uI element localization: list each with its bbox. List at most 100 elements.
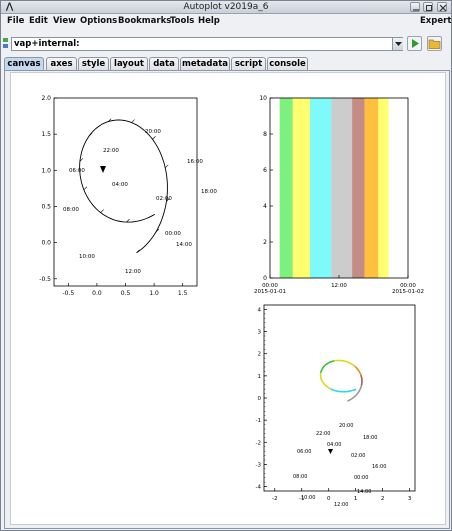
colored-y-tick-label: -2 — [256, 440, 261, 446]
menu-edit[interactable]: Edit — [29, 16, 48, 26]
colored-orbit-segment — [324, 360, 335, 367]
colored-x-tick-label: -2 — [272, 496, 277, 502]
colored-orbit-segment — [360, 374, 363, 386]
menu-view[interactable]: View — [53, 16, 76, 26]
orbit-time-label: 14:00 — [176, 242, 192, 248]
orbit-time-tick — [131, 119, 135, 123]
close-icon[interactable] — [437, 2, 447, 12]
maximize-icon[interactable] — [423, 2, 433, 12]
colored-orbit-segment — [330, 388, 343, 393]
orbit-time-label: 02:00 — [156, 196, 172, 202]
spectrogram-band — [388, 98, 408, 278]
spectrogram-band — [310, 98, 332, 278]
orbit-x-tick-label: -0.5 — [62, 290, 74, 297]
tab-console[interactable]: console — [267, 57, 308, 70]
colored-orbit-direction-arrow — [328, 449, 333, 454]
tab-canvas[interactable]: canvas — [4, 57, 44, 71]
orbit-y-tick-label: 1.5 — [41, 131, 51, 138]
tab-data[interactable]: data — [149, 57, 179, 70]
orbit-x-tick-label: 1.5 — [178, 290, 188, 297]
colored-orbit-segment — [347, 394, 358, 402]
colored-y-tick-label: 4 — [258, 307, 262, 313]
orbit-time-label: 10:00 — [79, 254, 95, 260]
play-icon — [412, 39, 419, 48]
spectrogram-band — [364, 98, 379, 278]
orbit-time-tick — [152, 136, 156, 140]
tab-layout[interactable]: layout — [110, 57, 148, 70]
colored-y-tick-label: 3 — [258, 330, 262, 336]
tab-style[interactable]: style — [78, 57, 109, 70]
orbit-time-tick — [83, 186, 88, 191]
colored-orbit-time-label: 08:00 — [293, 474, 307, 480]
colored-orbit-segment — [342, 388, 357, 393]
spectrogram-band — [352, 98, 365, 278]
orbit-time-label: 16:00 — [187, 159, 203, 165]
menu-bookmarks[interactable]: Bookmarks — [118, 16, 171, 26]
colored-y-tick-label: -1 — [256, 418, 261, 424]
orbit-time-label: 12:00 — [125, 269, 141, 275]
colored-orbit-segment — [321, 381, 331, 390]
spectrogram-y-tick-label: 10 — [259, 95, 267, 102]
orbit-time-label: 18:00 — [201, 189, 217, 195]
folder-icon — [428, 39, 441, 49]
spectrogram-x-tick-label: 12:00 — [331, 283, 347, 289]
go-button[interactable] — [407, 36, 422, 51]
menu-expert[interactable]: Expert — [420, 16, 451, 26]
address-dropdown-button[interactable] — [392, 38, 403, 50]
plots-svg[interactable]: -0.5 0.0 0.5 1.0 1.5 2.0 1.5 1.0 0.5 0.0 -0.5 00:00… — [11, 73, 445, 524]
orbit-y-tick-label: 1.0 — [41, 167, 51, 174]
tab-axes[interactable]: axes — [46, 57, 77, 70]
canvas-panel: -0.5 0.0 0.5 1.0 1.5 2.0 1.5 1.0 0.5 0.0 -0.5 00:00… — [4, 70, 450, 529]
colored-orbit-segment — [354, 365, 362, 376]
orbit-x-tick-label: 0.5 — [121, 290, 131, 297]
colored-y-tick-label: -4 — [256, 485, 262, 491]
orbit-x-tick-label: 1.0 — [149, 290, 159, 297]
menu-tools[interactable]: Tools — [170, 16, 194, 26]
orbit-time-label: 20:00 — [145, 129, 161, 135]
colored-orbit-time-label: 02:00 — [351, 453, 365, 459]
spectrogram-band — [270, 98, 280, 278]
title-bar: ⋀ Autoplot v2019a_6 — [1, 1, 451, 14]
orbit-y-tick-label: -0.5 — [39, 276, 51, 283]
menu-options[interactable]: Options — [80, 16, 117, 26]
colored-orbit-segment — [319, 364, 326, 374]
colored-orbit-time-label: 18:00 — [363, 435, 377, 441]
tab-metadata[interactable]: metadata — [180, 57, 230, 70]
colored-orbit-time-label: 10:00 — [301, 495, 315, 501]
orbit-y-tick-label: 2.0 — [41, 95, 51, 102]
tab-script[interactable]: script — [231, 57, 266, 70]
colored-orbit-time-label: 04:00 — [327, 442, 341, 448]
colored-orbit-segment — [319, 373, 324, 383]
orbit-x-tick-label: 0.0 — [92, 290, 102, 297]
colored-orbit-time-label: 22:00 — [316, 431, 330, 437]
spectrogram-date-label: 2015-01-02 — [392, 289, 424, 295]
window-title: Autoplot v2019a_6 — [183, 2, 269, 12]
orbit-time-label: 08:00 — [63, 207, 79, 213]
orbit-time-tick — [165, 164, 169, 169]
orbit-plot-frame — [53, 97, 198, 287]
spectrogram-y-tick-label: 4 — [263, 203, 267, 210]
orbit-time-tick — [100, 209, 104, 213]
orbit-direction-arrow — [100, 166, 106, 173]
colored-x-tick-label: 1 — [354, 496, 358, 502]
spectrogram-y-tick-label: 2 — [263, 239, 267, 246]
orbit-time-label: 04:00 — [112, 182, 128, 188]
open-file-button[interactable] — [427, 36, 442, 51]
colored-orbit-time-label: 20:00 — [339, 423, 353, 429]
colored-orbit-segment — [333, 359, 346, 362]
spectrogram-band — [378, 98, 389, 278]
orbit-y-tick-label: 0.0 — [41, 240, 51, 247]
spectrogram-y-tick-label: 8 — [263, 131, 267, 138]
menu-help[interactable]: Help — [198, 16, 220, 26]
colored-orbit-time-label: 12:00 — [334, 502, 348, 508]
colored-y-tick-label: -3 — [256, 462, 262, 468]
colored-x-tick-label: 3 — [408, 496, 412, 502]
plot-canvas[interactable]: -0.5 0.0 0.5 1.0 1.5 2.0 1.5 1.0 0.5 0.0 -0.5 00:00… — [10, 72, 446, 525]
minimize-icon[interactable] — [410, 2, 420, 12]
menu-bar: File Edit View Options Bookmarks Tools H… — [1, 14, 451, 28]
menu-file[interactable]: File — [7, 16, 24, 26]
address-input[interactable]: vap+internal: — [11, 37, 403, 51]
chevron-down-icon — [395, 42, 402, 46]
orbit-time-label: 00:00 — [165, 231, 181, 237]
orbit-y-tick-label: 0.5 — [41, 203, 51, 210]
